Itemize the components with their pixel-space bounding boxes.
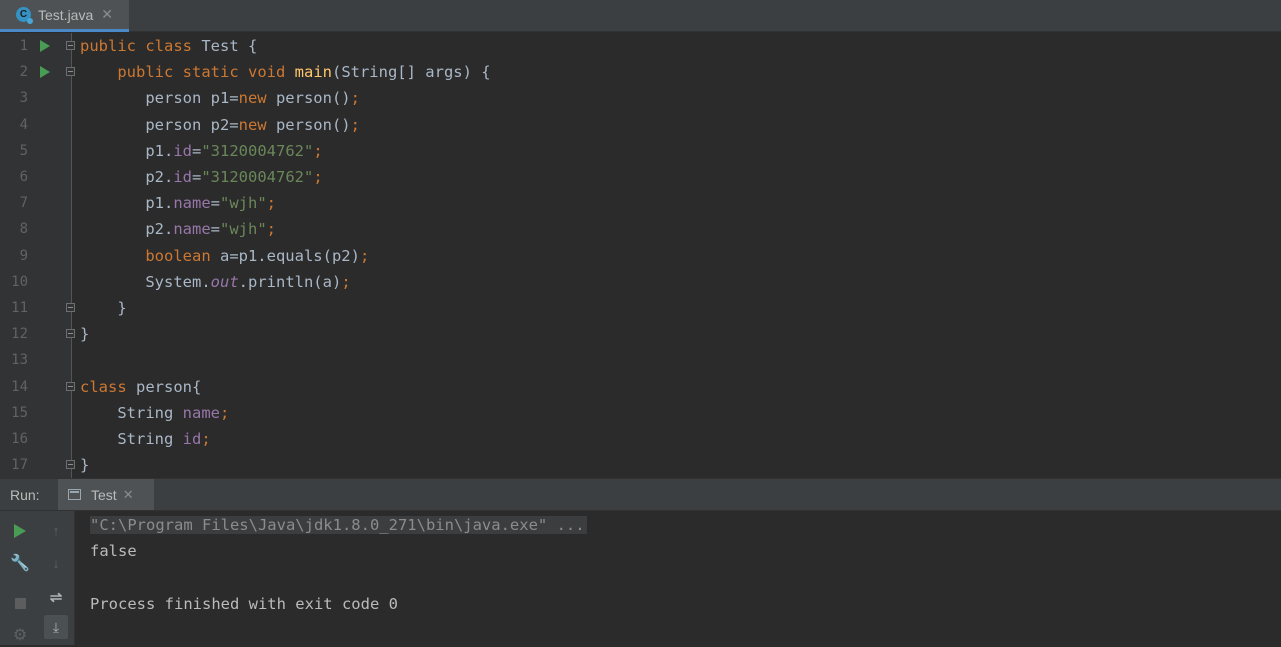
code-text: person p2=new person();	[80, 115, 360, 134]
line-number: 11	[11, 300, 28, 316]
line-number: 16	[11, 431, 28, 447]
line-number: 4	[19, 116, 28, 133]
gear-icon[interactable]: ⚙	[8, 623, 32, 647]
console-icon	[68, 489, 81, 500]
code-text: }	[80, 456, 90, 475]
line-number: 1	[19, 38, 28, 54]
fold-icon[interactable]	[66, 460, 75, 470]
fold-icon[interactable]	[66, 329, 75, 339]
code-line[interactable]: 8 p2.name="wjh";	[0, 216, 1281, 242]
line-number: 5	[19, 142, 28, 159]
fold-icon[interactable]	[66, 303, 75, 312]
line-number: 9	[19, 247, 28, 264]
close-icon[interactable]: ✕	[123, 487, 134, 503]
run-gutter-icon[interactable]	[40, 66, 50, 79]
run-tab-test[interactable]: Test ✕	[58, 479, 154, 510]
code-line[interactable]: 7 p1.name="wjh";	[0, 190, 1281, 216]
tab-test-java[interactable]: C Test.java ✕	[0, 0, 129, 32]
code-line[interactable]: 15 String name;	[0, 400, 1281, 426]
down-arrow-icon[interactable]: ↓	[44, 551, 68, 575]
stop-icon[interactable]	[8, 591, 32, 615]
code-line[interactable]: 10 System.out.println(a);	[0, 269, 1281, 295]
up-arrow-icon[interactable]: ↑	[44, 519, 68, 543]
console-output[interactable]: "C:\Program Files\Java\jdk1.8.0_271\bin\…	[75, 511, 1281, 645]
java-class-icon: C	[16, 7, 33, 24]
code-line[interactable]: 3 person p1=new person();	[0, 85, 1281, 111]
console-command-line: "C:\Program Files\Java\jdk1.8.0_271\bin\…	[90, 516, 587, 534]
rerun-icon[interactable]	[8, 519, 32, 543]
line-number: 10	[11, 273, 28, 290]
code-text: class person{	[80, 377, 202, 396]
editor-tab-bar: C Test.java ✕	[0, 0, 1281, 32]
line-number: 14	[11, 378, 28, 395]
run-toolbar: Run: Test ✕	[0, 478, 1281, 511]
scroll-to-end-icon[interactable]: ⤓	[44, 615, 68, 639]
code-text: System.out.println(a);	[80, 272, 351, 291]
code-text: }	[80, 325, 90, 344]
code-line[interactable]: 14 class person{	[0, 374, 1281, 400]
line-number: 17	[11, 457, 28, 474]
code-line[interactable]: 16 String id;	[0, 426, 1281, 452]
line-number: 2	[19, 64, 28, 81]
run-tab-label: Test	[91, 486, 117, 503]
code-text: }	[80, 299, 127, 317]
fold-icon[interactable]	[66, 41, 75, 50]
tab-label: Test.java	[38, 6, 94, 23]
code-line[interactable]: 1 public class Test {	[0, 33, 1281, 59]
code-line[interactable]: 12}	[0, 321, 1281, 347]
soft-wrap-icon[interactable]: ⇌	[44, 585, 68, 609]
code-line[interactable]: 5 p1.id="3120004762";	[0, 138, 1281, 164]
code-text: public class Test {	[80, 37, 258, 55]
code-line[interactable]: 11 }	[0, 295, 1281, 321]
line-number: 6	[19, 169, 28, 185]
close-icon[interactable]: ✕	[101, 6, 113, 23]
code-line[interactable]: 2 public static void main(String[] args)…	[0, 59, 1281, 85]
wrench-icon[interactable]: 🔧	[8, 551, 32, 575]
fold-icon[interactable]	[66, 67, 75, 77]
console-output-line: false	[90, 542, 137, 560]
code-text: boolean a=p1.equals(p2);	[145, 246, 370, 265]
code-text: public static void main(String[] args) {	[117, 63, 491, 82]
code-line[interactable]: 4 person p2=new person();	[0, 112, 1281, 138]
code-text: String name;	[80, 403, 230, 422]
run-gutter-icon[interactable]	[40, 40, 50, 52]
line-number: 3	[19, 90, 28, 107]
code-text: p2.id="3120004762";	[80, 168, 323, 186]
code-line[interactable]: 13	[0, 347, 1281, 373]
run-label: Run:	[10, 487, 40, 503]
code-line[interactable]: 6 p2.id="3120004762";	[0, 164, 1281, 190]
code-line[interactable]: 17}	[0, 452, 1281, 478]
code-text: person p1=new person();	[80, 89, 360, 108]
code-text: p1.name="wjh";	[80, 194, 277, 213]
console-finish-line: Process finished with exit code 0	[90, 595, 398, 613]
fold-icon[interactable]	[66, 381, 75, 391]
line-number: 15	[11, 404, 28, 421]
line-number: 8	[19, 221, 28, 238]
line-number: 7	[19, 195, 28, 212]
code-text: String id;	[80, 430, 211, 448]
run-side-toolbar: 🔧 ⚙ ↑ ↓ ⇌ ⤓	[0, 511, 74, 645]
line-number: 12	[11, 326, 28, 343]
code-text: p2.name="wjh";	[80, 220, 277, 239]
code-line[interactable]: 9 boolean a=p1.equals(p2);	[0, 243, 1281, 269]
code-editor[interactable]: 1 public class Test { 2 public static void…	[0, 33, 1281, 478]
code-text: p1.id="3120004762";	[80, 141, 323, 160]
line-number: 13	[11, 352, 28, 369]
